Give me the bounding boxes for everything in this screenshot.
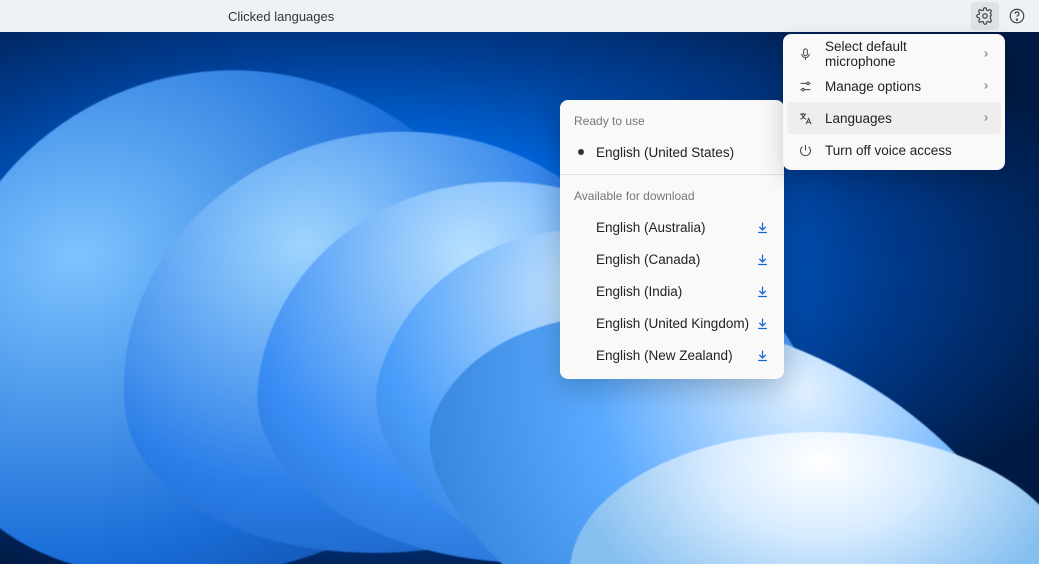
chevron-right-icon [981,81,991,91]
language-item-ready[interactable]: English (United States) [560,136,784,168]
help-icon [1008,7,1026,25]
header-icons [971,2,1031,30]
power-icon [797,142,813,158]
menu-item-turn-off[interactable]: Turn off voice access [787,134,1001,166]
language-item-download[interactable]: English (United Kingdom) [560,307,784,339]
bullet-icon [578,149,584,155]
language-item-download[interactable]: English (New Zealand) [560,339,784,371]
language-item-download[interactable]: English (Australia) [560,211,784,243]
language-name: English (Canada) [596,252,750,267]
download-icon[interactable] [750,311,774,335]
menu-item-label: Turn off voice access [825,143,991,158]
available-section-label: Available for download [560,175,784,211]
download-icon[interactable] [750,215,774,239]
chevron-right-icon [981,113,991,123]
language-name: English (United States) [596,145,770,160]
menu-item-microphone[interactable]: Select default microphone [787,38,1001,70]
language-item-download[interactable]: English (India) [560,275,784,307]
menu-item-label: Select default microphone [825,39,969,69]
menu-item-label: Manage options [825,79,969,94]
language-item-download[interactable]: English (Canada) [560,243,784,275]
help-button[interactable] [1003,2,1031,30]
language-name: English (New Zealand) [596,348,750,363]
settings-menu: Select default microphone Manage options… [783,34,1005,170]
language-icon [797,110,813,126]
gear-icon [976,7,994,25]
menu-item-manage-options[interactable]: Manage options [787,70,1001,102]
download-icon[interactable] [750,247,774,271]
download-icon[interactable] [750,343,774,367]
languages-panel: Ready to use English (United States) Ava… [560,100,784,379]
menu-item-label: Languages [825,111,969,126]
header-bar: Clicked languages [0,0,1039,32]
download-icon[interactable] [750,279,774,303]
language-name: English (United Kingdom) [596,316,750,331]
language-name: English (India) [596,284,750,299]
language-name: English (Australia) [596,220,750,235]
microphone-icon [797,46,813,62]
header-title: Clicked languages [12,9,334,24]
sliders-icon [797,78,813,94]
settings-button[interactable] [971,2,999,30]
chevron-right-icon [981,49,991,59]
menu-item-languages[interactable]: Languages [787,102,1001,134]
ready-section-label: Ready to use [560,100,784,136]
